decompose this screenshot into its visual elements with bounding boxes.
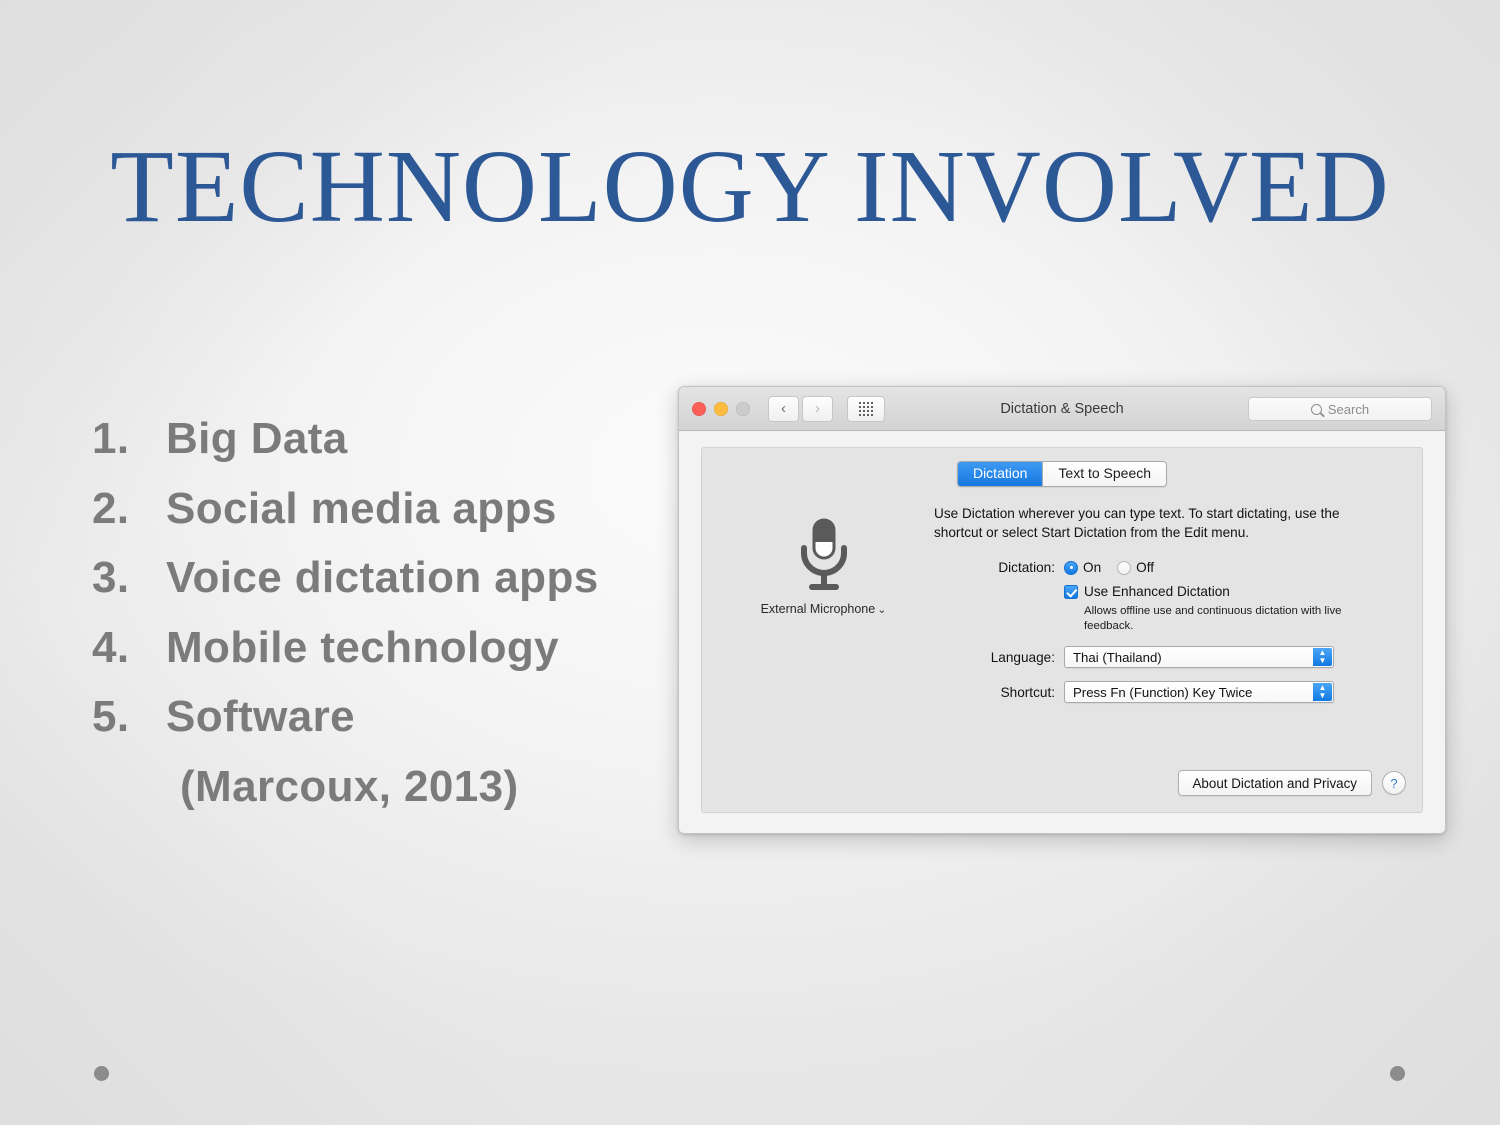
shortcut-label: Shortcut:	[1000, 684, 1055, 700]
dictation-label: Dictation:	[998, 560, 1055, 575]
dictation-on-label: On	[1083, 560, 1102, 575]
preferences-pane: Dictation Text to Speech External Microp…	[701, 447, 1423, 813]
radio-off-icon	[1117, 560, 1132, 575]
search-icon	[1310, 403, 1322, 415]
enhanced-dictation-label: Use Enhanced Dictation	[1084, 584, 1230, 599]
language-row: Language: Thai (Thailand) ▲ ▼	[934, 646, 1334, 668]
dictation-description: Use Dictation wherever you can type text…	[934, 506, 1340, 541]
window-body: Dictation Text to Speech External Microp…	[679, 431, 1445, 833]
minimize-button[interactable]	[714, 401, 728, 416]
page-title: TECHNOLOGY INVOLVED	[110, 129, 1390, 244]
traffic-light-group	[692, 401, 750, 416]
list-item-number: 2.	[92, 483, 130, 533]
list-item-label: Big Data	[166, 414, 348, 463]
microphone-selector[interactable]: External Microphone ⌄	[736, 518, 911, 616]
show-all-button[interactable]	[847, 395, 885, 422]
tab-dictation[interactable]: Dictation	[957, 462, 1043, 487]
decorative-dot-right	[1390, 1066, 1405, 1081]
language-dropdown[interactable]: Thai (Thailand) ▲ ▼	[1064, 646, 1334, 668]
list-item-number: 4.	[92, 622, 130, 672]
close-button[interactable]	[692, 401, 706, 416]
window-titlebar[interactable]: ‹ › Dictation & Speech Search	[679, 387, 1445, 431]
tab-bar: Dictation Text to Speech	[956, 461, 1168, 488]
navigation-buttons: ‹ ›	[768, 395, 833, 422]
zoom-button[interactable]	[736, 401, 750, 416]
back-button[interactable]: ‹	[768, 395, 799, 422]
list-item-label: Voice dictation apps	[166, 553, 599, 603]
language-value: Thai (Thailand)	[1073, 649, 1162, 665]
list-item-number: 3.	[92, 553, 130, 603]
enhanced-dictation-description: Allows offline use and continuous dictat…	[1084, 605, 1342, 632]
list-item-label: Mobile technology	[166, 622, 560, 672]
dictation-off-label: Off	[1136, 560, 1155, 575]
microphone-label: External Microphone ⌄	[736, 602, 911, 616]
search-input[interactable]: Search	[1248, 397, 1432, 421]
list-item-number: 1.	[92, 414, 130, 463]
dictation-on-radio[interactable]: On	[1064, 560, 1101, 575]
microphone-icon	[800, 518, 847, 590]
radio-on-icon	[1064, 560, 1078, 575]
about-dictation-and-privacy-button[interactable]: About Dictation and Privacy	[1177, 770, 1372, 796]
shortcut-row: Shortcut: Press Fn (Function) Key Twice …	[934, 681, 1334, 703]
presentation-slide: TECHNOLOGY INVOLVED 1. Big Data 2. Social …	[0, 0, 1500, 1125]
enhanced-dictation-checkbox[interactable]: Use Enhanced Dictation	[1064, 584, 1230, 599]
chevron-down-icon: ⌄	[877, 604, 887, 616]
list-item-label: Software	[166, 692, 356, 742]
checkbox-checked-icon	[1064, 584, 1078, 599]
decorative-dot-left	[94, 1066, 109, 1081]
pane-footer: About Dictation and Privacy ?	[1177, 770, 1406, 796]
forward-button[interactable]: ›	[802, 395, 833, 422]
microphone-name: External Microphone	[760, 602, 876, 616]
chevron-updown-icon: ▲ ▼	[1313, 683, 1332, 701]
list-item-number: 5.	[92, 692, 130, 742]
dictation-toggle-row: Dictation: On Off	[934, 560, 1170, 575]
grid-icon	[859, 401, 873, 416]
chevron-updown-icon: ▲ ▼	[1313, 648, 1332, 666]
list-item-label: Social media apps	[166, 483, 557, 533]
search-placeholder: Search	[1327, 401, 1370, 417]
tab-text-to-speech[interactable]: Text to Speech	[1042, 462, 1167, 487]
dictation-off-radio[interactable]: Off	[1117, 560, 1154, 575]
shortcut-value: Press Fn (Function) Key Twice	[1073, 684, 1253, 700]
shortcut-dropdown[interactable]: Press Fn (Function) Key Twice ▲ ▼	[1064, 681, 1334, 703]
help-button[interactable]: ?	[1382, 771, 1406, 795]
dictation-and-speech-window: ‹ › Dictation & Speech Search Dictation …	[678, 386, 1446, 834]
language-label: Language:	[990, 649, 1055, 665]
